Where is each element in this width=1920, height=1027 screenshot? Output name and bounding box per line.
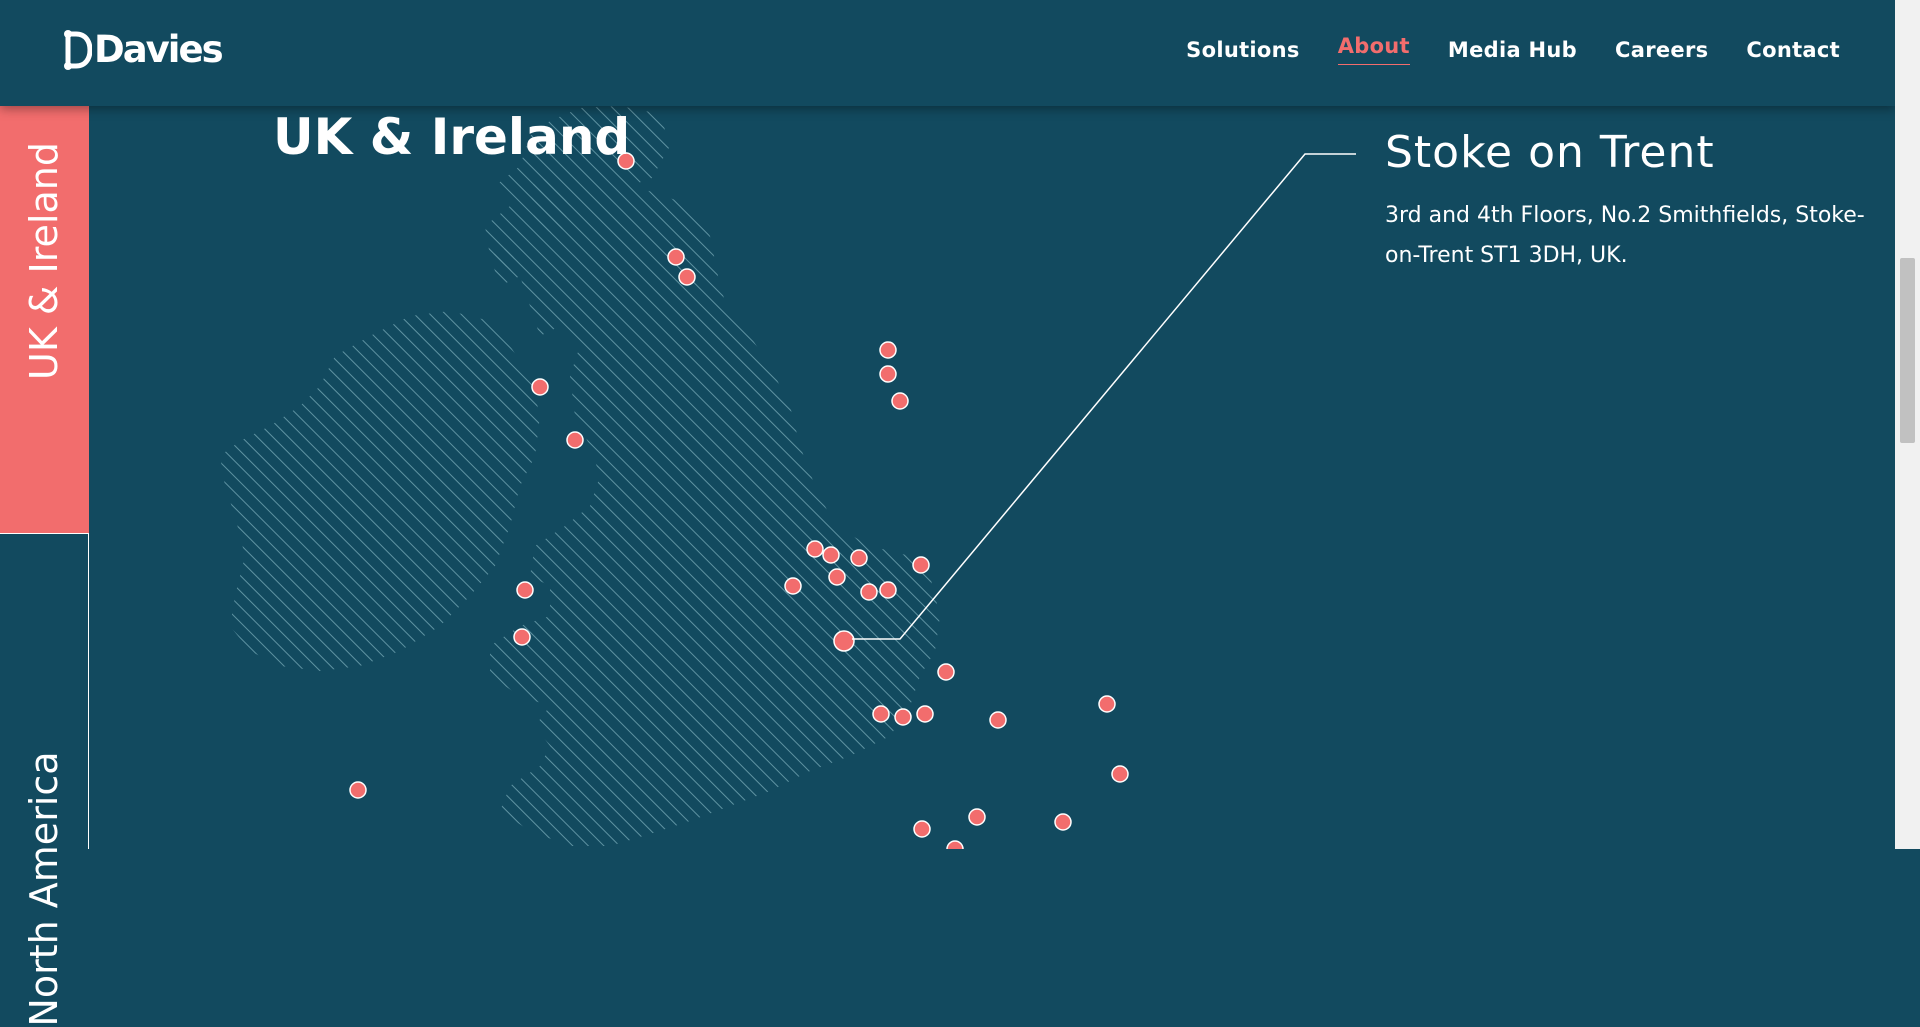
office-name: Stoke on Trent	[1385, 127, 1715, 178]
uk-ireland-map	[220, 106, 1129, 849]
office-marker-chelmsford[interactable]	[1054, 813, 1072, 831]
site-header: Davies Solutions About Media Hub Careers…	[0, 0, 1895, 106]
nav-media-hub[interactable]: Media Hub	[1448, 38, 1577, 65]
office-address: 3rd and 4th Floors, No.2 Smithfields, St…	[1385, 203, 1865, 268]
region-title: UK & Ireland	[273, 108, 631, 166]
office-marker-derry[interactable]	[566, 431, 584, 449]
office-marker-perth[interactable]	[678, 268, 696, 286]
office-marker-northampton[interactable]	[989, 711, 1007, 729]
office-marker-york[interactable]	[912, 556, 930, 574]
ireland-landmass	[220, 311, 540, 671]
tab-uk-ireland-label: UK & Ireland	[22, 142, 66, 380]
office-marker-reading[interactable]	[946, 840, 964, 849]
office-marker-blackburn[interactable]	[822, 546, 840, 564]
region-tabs: UK & Ireland North America	[0, 106, 89, 1027]
scrollbar-thumb[interactable]	[1900, 258, 1915, 443]
office-marker-bristol[interactable]	[913, 820, 931, 838]
office-marker-liverpool[interactable]	[784, 577, 802, 595]
main-nav: Solutions About Media Hub Careers Contac…	[1148, 34, 1840, 65]
office-marker-sheffield[interactable]	[860, 583, 878, 601]
brand-logo[interactable]: Davies	[62, 28, 224, 71]
office-marker-norwich[interactable]	[1098, 695, 1116, 713]
office-marker-stoke-on-trent[interactable]	[833, 630, 855, 652]
office-marker-birmingham-1[interactable]	[872, 705, 890, 723]
office-marker-dublin-1[interactable]	[516, 581, 534, 599]
nav-solutions[interactable]: Solutions	[1186, 38, 1300, 65]
office-marker-manchester[interactable]	[828, 568, 846, 586]
office-marker-cork[interactable]	[349, 781, 367, 799]
office-marker-belfast[interactable]	[531, 378, 549, 396]
office-info-panel: Stoke on Trent 3rd and 4th Floors, No.2 …	[1385, 127, 1880, 276]
nav-contact[interactable]: Contact	[1746, 38, 1840, 65]
office-marker-birmingham-2[interactable]	[894, 708, 912, 726]
office-marker-ipswich[interactable]	[1111, 765, 1129, 783]
page-scrollbar[interactable]	[1895, 0, 1920, 849]
nav-about[interactable]: About	[1337, 34, 1410, 65]
office-marker-newcastle-1[interactable]	[879, 341, 897, 359]
tab-uk-ireland[interactable]: UK & Ireland	[0, 106, 89, 533]
office-marker-coventry[interactable]	[916, 705, 934, 723]
office-marker-oxford[interactable]	[968, 808, 986, 826]
brand-name: Davies	[94, 28, 224, 71]
tab-north-america-label: North America	[22, 751, 66, 1027]
office-marker-nottingham[interactable]	[937, 663, 955, 681]
nav-careers[interactable]: Careers	[1615, 38, 1708, 65]
office-marker-dundee[interactable]	[667, 248, 685, 266]
tab-north-america[interactable]: North America	[0, 533, 89, 1027]
davies-logo-icon	[64, 29, 92, 70]
office-marker-dublin-2[interactable]	[513, 628, 531, 646]
office-marker-doncaster[interactable]	[879, 581, 897, 599]
office-marker-durham[interactable]	[891, 392, 909, 410]
office-marker-preston[interactable]	[806, 540, 824, 558]
office-marker-newcastle-2[interactable]	[879, 365, 897, 383]
office-marker-leeds[interactable]	[850, 549, 868, 567]
